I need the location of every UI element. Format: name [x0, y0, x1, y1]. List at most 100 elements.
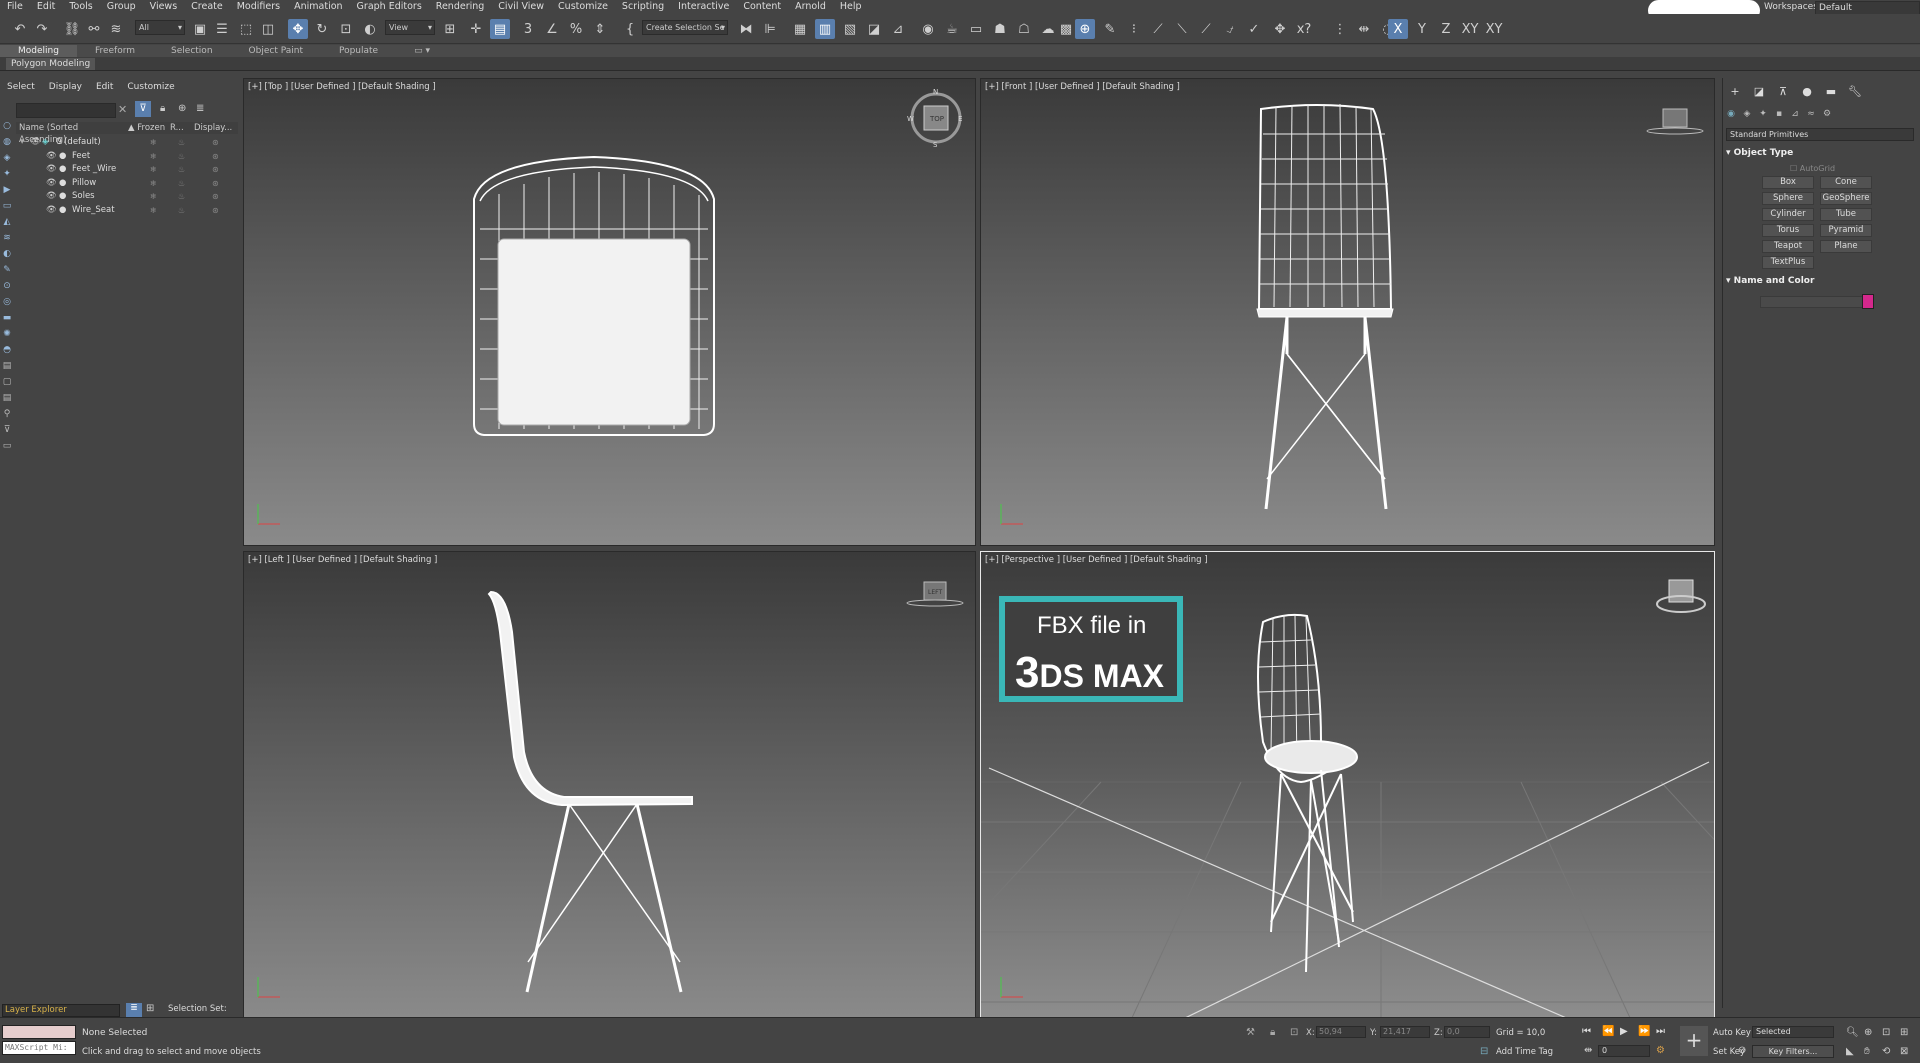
- menu-tools[interactable]: Tools: [62, 0, 99, 14]
- selection-filter-dropdown[interactable]: All: [135, 20, 185, 35]
- col-display[interactable]: Display...: [194, 122, 238, 134]
- object-color-swatch[interactable]: [1862, 294, 1874, 309]
- menu-modifiers[interactable]: Modifiers: [230, 0, 287, 14]
- render-cloud-icon[interactable]: ☁: [1038, 19, 1058, 39]
- viewport-top[interactable]: [+] [Top ] [User Defined ] [Default Shad…: [243, 78, 976, 546]
- se-menu-customize[interactable]: Customize: [120, 82, 181, 92]
- layer-options-icon[interactable]: ⊞: [146, 1003, 154, 1014]
- rendered-frame-icon[interactable]: ▭: [966, 19, 986, 39]
- ribbon-tab-selection[interactable]: Selection: [153, 45, 230, 57]
- viewport-left[interactable]: [+] [Left ] [User Defined ] [Default Sha…: [243, 551, 976, 1019]
- display-icon[interactable]: ⊛: [212, 150, 219, 163]
- arnold-tool-6-icon[interactable]: ✓: [1244, 19, 1264, 39]
- tree-row-wire-seat[interactable]: 👁︎ ● Wire_Seat ❄ ♨ ⊛: [16, 204, 238, 217]
- col-render[interactable]: R...: [170, 122, 194, 134]
- modify-tab-icon[interactable]: ◪: [1747, 85, 1771, 98]
- menu-animation[interactable]: Animation: [287, 0, 349, 14]
- tree-row-soles[interactable]: 👁︎ ● Soles ❄ ♨ ⊛: [16, 190, 238, 203]
- maximize-viewport-icon[interactable]: ⊠: [1900, 1046, 1908, 1057]
- display-lights-icon[interactable]: ✦: [1, 168, 13, 180]
- textplus-button[interactable]: TextPlus: [1762, 256, 1814, 269]
- se-menu-select[interactable]: Select: [0, 82, 42, 92]
- axis-x-button[interactable]: X: [1388, 19, 1408, 39]
- render-online-icon[interactable]: ▩: [1056, 19, 1076, 39]
- menu-customize[interactable]: Customize: [551, 0, 615, 14]
- absolute-mode-icon[interactable]: ⊡: [1290, 1027, 1298, 1038]
- menu-civil-view[interactable]: Civil View: [491, 0, 551, 14]
- zoom-icon[interactable]: 🔍︎: [1846, 1027, 1859, 1038]
- isolate-icon[interactable]: ⚒: [1246, 1027, 1255, 1038]
- eye-icon[interactable]: 👁︎: [46, 204, 57, 217]
- time-tag-icon[interactable]: ⊟: [1480, 1046, 1488, 1057]
- display-none-icon[interactable]: ○: [1, 120, 13, 132]
- display-tab-icon[interactable]: ▬: [1819, 85, 1843, 98]
- menu-interactive[interactable]: Interactive: [671, 0, 736, 14]
- pyramid-button[interactable]: Pyramid: [1820, 224, 1872, 237]
- arnold-tool-2-icon[interactable]: ⟋: [1148, 19, 1168, 39]
- display-spacewarps-icon[interactable]: ◭: [1, 216, 13, 228]
- select-rotate-icon[interactable]: ↻: [312, 19, 332, 39]
- box-button[interactable]: Box: [1762, 176, 1814, 189]
- y-coord-input[interactable]: 21,417: [1380, 1026, 1430, 1038]
- toggle-scene-explorer-icon[interactable]: ▦: [790, 19, 810, 39]
- redo-icon[interactable]: ↷: [32, 19, 52, 39]
- maxscript-listener[interactable]: [2, 1025, 76, 1039]
- display-hidden-icon[interactable]: ▬: [1, 312, 13, 324]
- current-frame-input[interactable]: 0: [1598, 1045, 1650, 1057]
- key-set-dropdown[interactable]: Selected: [1752, 1026, 1834, 1038]
- goto-start-icon[interactable]: ⏮: [1582, 1026, 1591, 1037]
- next-frame-icon[interactable]: ⏩: [1638, 1026, 1650, 1037]
- fov-icon[interactable]: ◣: [1846, 1046, 1854, 1057]
- geometry-icon[interactable]: ◉: [1723, 109, 1739, 119]
- menu-file[interactable]: File: [0, 0, 30, 14]
- new-layer-icon[interactable]: ⊕: [178, 103, 186, 114]
- display-icon[interactable]: ⊛: [212, 204, 219, 217]
- time-config-icon[interactable]: ⚙: [1656, 1045, 1665, 1056]
- tree-row-feet-wire[interactable]: 👁︎ ● Feet _Wire ❄ ♨ ⊛: [16, 163, 238, 176]
- render-production-icon[interactable]: ☗: [990, 19, 1010, 39]
- spacewarps-icon[interactable]: ≈: [1803, 109, 1819, 119]
- render-icon[interactable]: ♨: [178, 150, 185, 163]
- axis-xy-cycle-button[interactable]: XY: [1484, 19, 1504, 39]
- axis-y-button[interactable]: Y: [1412, 19, 1432, 39]
- link-icon[interactable]: ⛓: [62, 19, 82, 39]
- frozen-icon[interactable]: ❄: [150, 177, 157, 190]
- display-groups-icon[interactable]: ≋: [1, 232, 13, 244]
- constraint-icon[interactable]: ⇹: [1354, 19, 1374, 39]
- primitive-type-dropdown[interactable]: Standard Primitives: [1726, 128, 1914, 141]
- select-scale-icon[interactable]: ⊡: [336, 19, 356, 39]
- window-crossing-icon[interactable]: ◫: [258, 19, 278, 39]
- spinner-snap-icon[interactable]: ⇕: [590, 19, 610, 39]
- cylinder-button[interactable]: Cylinder: [1762, 208, 1814, 221]
- zoom-extents-all-icon[interactable]: ⊞: [1900, 1027, 1908, 1038]
- menu-graph-editors[interactable]: Graph Editors: [350, 0, 429, 14]
- motion-tab-icon[interactable]: ●: [1795, 85, 1819, 98]
- pan-icon[interactable]: ✋︎: [1864, 1046, 1870, 1057]
- create-tab-icon[interactable]: +: [1723, 85, 1747, 98]
- teapot-button[interactable]: Teapot: [1762, 240, 1814, 253]
- col-frozen[interactable]: ▲ Frozen: [128, 122, 170, 134]
- eye-icon[interactable]: 👁︎: [46, 190, 57, 203]
- grid-snap-icon[interactable]: ⋮: [1330, 19, 1350, 39]
- key-filters-button[interactable]: Key Filters...: [1752, 1045, 1834, 1058]
- x-coord-input[interactable]: 50,94: [1316, 1026, 1366, 1038]
- align-icon[interactable]: ⊫: [760, 19, 780, 39]
- menu-arnold[interactable]: Arnold: [788, 0, 833, 14]
- sphere-button[interactable]: Sphere: [1762, 192, 1814, 205]
- select-by-name-icon[interactable]: ☰: [212, 19, 232, 39]
- arnold-tool-7-icon[interactable]: ✥: [1270, 19, 1290, 39]
- render-icon[interactable]: ♨: [178, 136, 185, 149]
- key-mode-icon[interactable]: ⇹: [1584, 1045, 1592, 1056]
- render-icon[interactable]: ♨: [178, 190, 185, 203]
- curve-editor-icon[interactable]: ◪: [864, 19, 884, 39]
- select-manipulate-icon[interactable]: ✛: [466, 19, 486, 39]
- cameras-icon[interactable]: ▪: [1771, 109, 1787, 119]
- panel-icon-2[interactable]: ▢: [1, 376, 13, 388]
- geosphere-button[interactable]: GeoSphere: [1820, 192, 1872, 205]
- layers-icon[interactable]: ≣: [196, 103, 204, 114]
- display-bones-icon[interactable]: ✎: [1, 264, 13, 276]
- rect-selection-icon[interactable]: ⬚: [236, 19, 256, 39]
- frozen-icon[interactable]: ❄: [150, 163, 157, 176]
- eye-icon[interactable]: 👁︎: [46, 177, 57, 190]
- select-move-icon[interactable]: ✥: [288, 19, 308, 39]
